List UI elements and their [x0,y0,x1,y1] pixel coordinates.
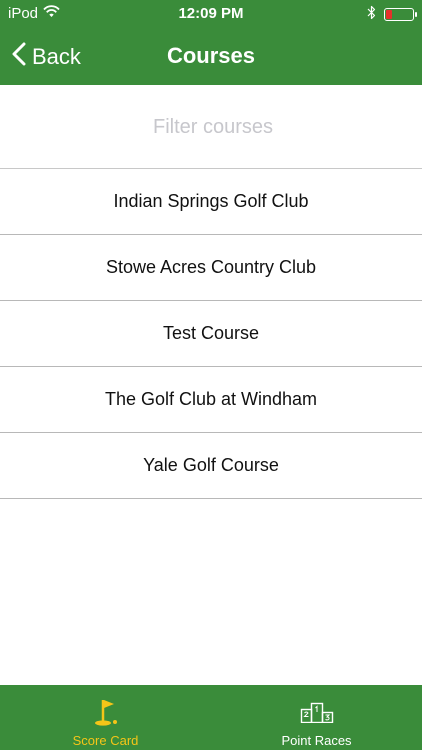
course-name: Indian Springs Golf Club [113,191,309,211]
course-name: Yale Golf Course [143,455,279,475]
tab-point-races[interactable]: Point Races [211,685,422,750]
status-right-group [367,5,417,24]
course-list: Indian Springs Golf Club Stowe Acres Cou… [0,169,422,499]
battery-level [386,10,392,19]
course-row[interactable]: Test Course [0,301,422,367]
podium-icon [300,695,334,729]
course-row[interactable]: The Golf Club at Windham [0,367,422,433]
bluetooth-icon [367,5,376,24]
course-name: Stowe Acres Country Club [105,257,317,277]
tab-label: Score Card [72,733,139,748]
course-name: Test Course [162,323,260,343]
course-name: The Golf Club at Windham [104,389,318,409]
course-row[interactable]: Stowe Acres Country Club [0,235,422,301]
golf-flag-icon [93,695,119,729]
course-row[interactable]: Yale Golf Course [0,433,422,499]
nav-bar: Back Courses [0,28,422,85]
page-title: Courses [166,43,256,68]
status-time: 12:09 PM [178,5,244,22]
course-row[interactable]: Indian Springs Golf Club [0,169,422,235]
tab-label: Point Races [281,733,352,748]
battery-icon [384,8,417,21]
filter-courses-input[interactable] [0,85,422,170]
status-bar: iPod 12:09 PM [0,0,422,28]
filter-bar [0,85,422,170]
top-bar: iPod 12:09 PM Back Courses [0,0,422,85]
tab-score-card[interactable]: Score Card [0,685,211,750]
tab-bar: Score Card Point Races [0,685,422,750]
